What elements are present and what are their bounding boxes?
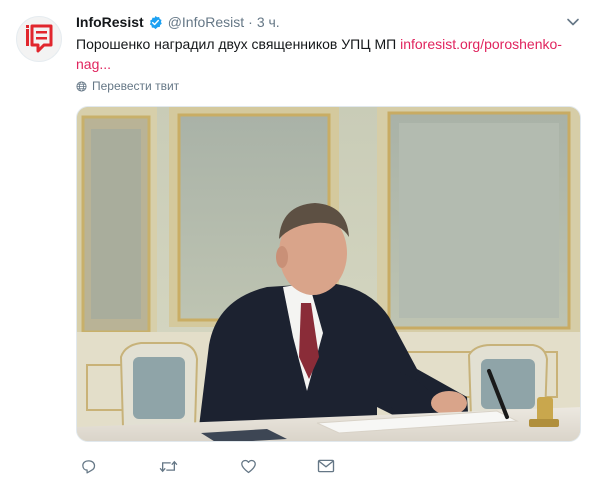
- author-avatar[interactable]: [16, 16, 62, 62]
- heart-icon: [240, 459, 256, 473]
- verified-badge-icon: [149, 15, 162, 29]
- inforesist-logo-icon: [26, 24, 53, 53]
- tweet-card[interactable]: InfoResist @InfoResist · 3 ч. Порошенко …: [0, 0, 593, 490]
- tweet-timestamp[interactable]: 3 ч.: [257, 14, 280, 30]
- retweet-button[interactable]: [158, 456, 178, 476]
- retweet-icon: [159, 460, 177, 472]
- chevron-down-icon[interactable]: [565, 14, 581, 30]
- tweet-link-part-2: nag...: [76, 56, 112, 72]
- globe-icon: [76, 80, 87, 92]
- tweet-link-part-1: inforesist.org/poroshenko-: [400, 36, 562, 52]
- tweet-header: InfoResist @InfoResist · 3 ч.: [76, 12, 280, 32]
- direct-message-button[interactable]: [316, 456, 336, 476]
- envelope-icon: [317, 459, 335, 473]
- reply-button[interactable]: [78, 456, 98, 476]
- translate-tweet-link[interactable]: Перевести твит: [76, 79, 179, 93]
- translate-label: Перевести твит: [92, 79, 180, 93]
- tweet-text: Порошенко наградил двух священников УПЦ …: [76, 34, 581, 74]
- tweet-text-body: Порошенко наградил двух священников УПЦ …: [76, 36, 401, 52]
- separator-dot: ·: [248, 14, 253, 30]
- author-handle[interactable]: @InfoResist: [168, 14, 244, 30]
- author-name[interactable]: InfoResist: [76, 14, 144, 30]
- tweet-actions: [78, 456, 358, 476]
- like-button[interactable]: [238, 456, 258, 476]
- reply-icon: [81, 459, 95, 474]
- photo-man-signing-document: [77, 107, 580, 441]
- tweet-photo[interactable]: [76, 106, 581, 442]
